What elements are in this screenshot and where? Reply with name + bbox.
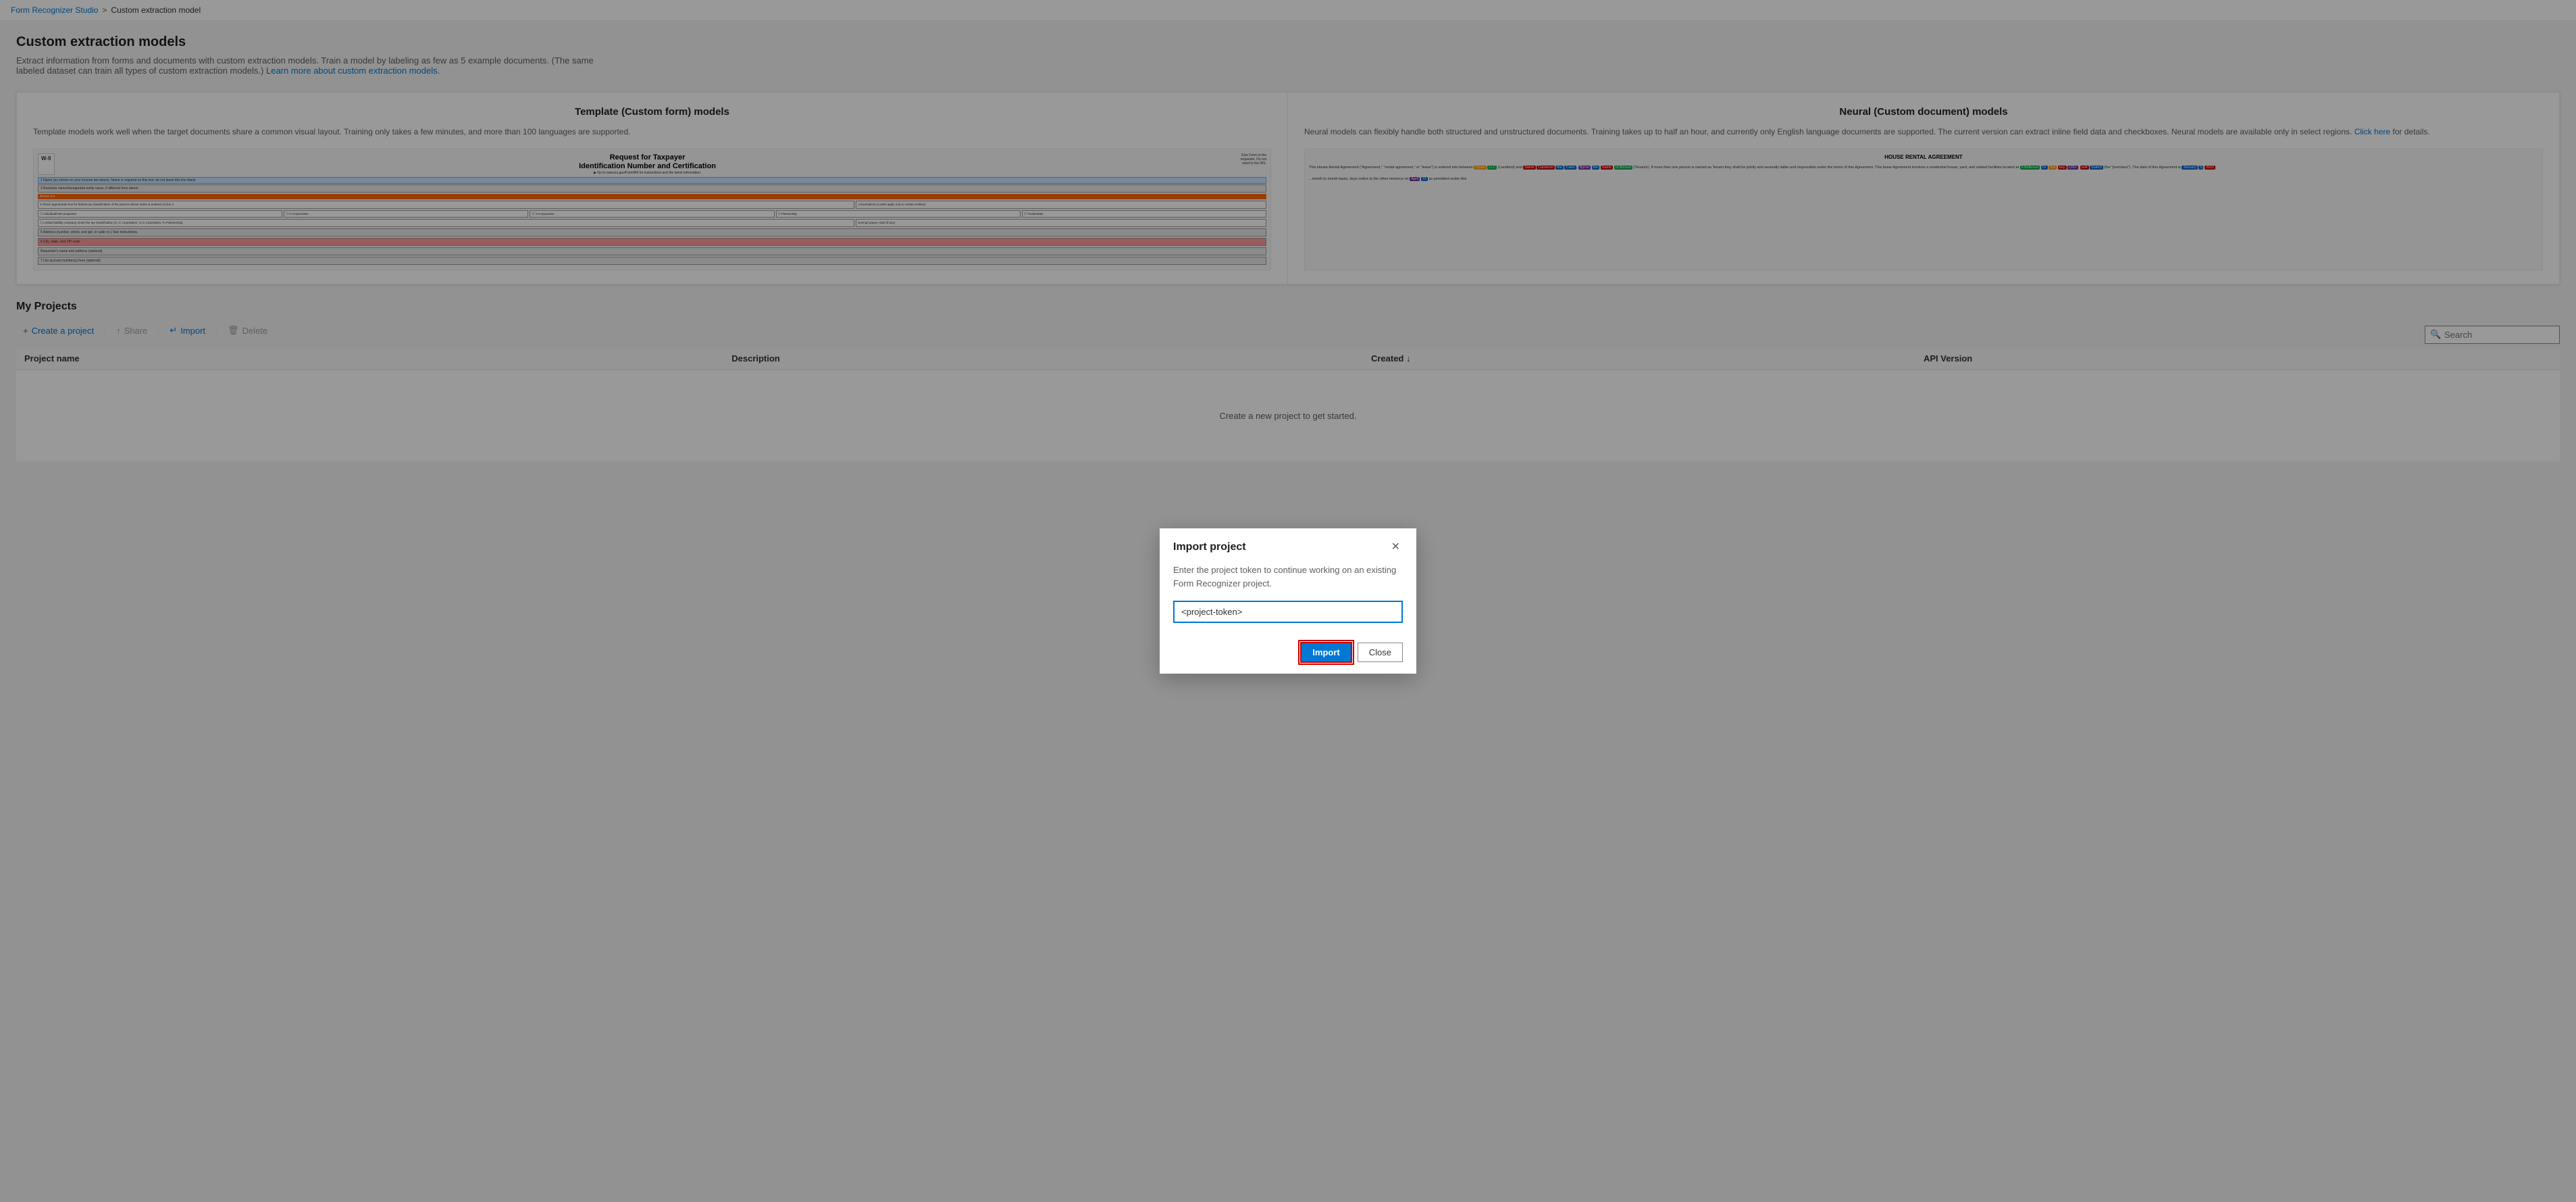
modal-title: Import project xyxy=(1173,541,1246,553)
modal-header: Import project ✕ xyxy=(1160,528,1416,564)
import-confirm-button[interactable]: Import xyxy=(1300,642,1351,663)
import-project-modal: Import project ✕ Enter the project token… xyxy=(1160,528,1416,674)
project-token-input[interactable]: <project-token> xyxy=(1173,601,1403,623)
modal-description: Enter the project token to continue work… xyxy=(1173,564,1403,590)
modal-overlay[interactable]: Import project ✕ Enter the project token… xyxy=(0,0,2576,1202)
modal-cancel-button[interactable]: Close xyxy=(1358,643,1403,662)
modal-body: Enter the project token to continue work… xyxy=(1160,564,1416,634)
modal-footer: Import Close xyxy=(1160,634,1416,674)
modal-close-button[interactable]: ✕ xyxy=(1389,539,1403,555)
